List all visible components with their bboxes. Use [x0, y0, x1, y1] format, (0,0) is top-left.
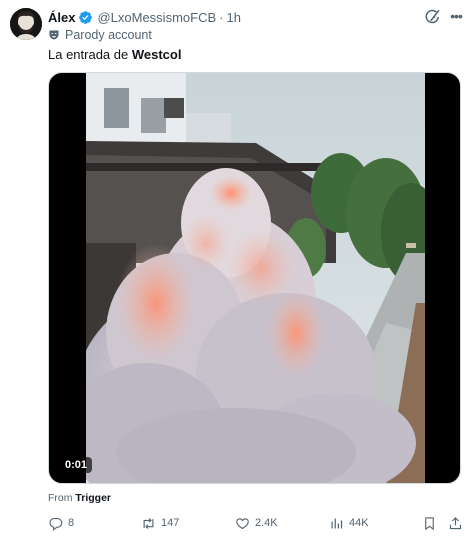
post-source: From Trigger: [48, 492, 111, 504]
views-button[interactable]: 44K: [329, 514, 369, 532]
author-handle[interactable]: @LxoMessismoFCB: [97, 10, 216, 25]
tweet-header: Álex @LxoMessismoFCB · 1h: [48, 8, 241, 26]
reply-icon: [49, 517, 63, 531]
video-player[interactable]: 0:01: [48, 72, 461, 484]
avatar-image: [10, 8, 42, 40]
separator-dot: ·: [219, 9, 224, 25]
tweet-text: La entrada de Westcol: [48, 47, 181, 62]
more-icon[interactable]: •••: [448, 7, 464, 25]
tweet-text-bold: Westcol: [131, 47, 182, 62]
repost-button[interactable]: 147: [141, 514, 179, 532]
post-time[interactable]: 1h: [226, 10, 240, 25]
bookmark-button[interactable]: [422, 514, 437, 532]
avatar[interactable]: [10, 8, 42, 40]
video-frame[interactable]: [86, 73, 425, 483]
repost-icon: [143, 517, 154, 529]
like-button[interactable]: 2.4K: [235, 514, 278, 532]
repost-count: 147: [161, 517, 180, 529]
tweet-text-prefix: La entrada de: [48, 47, 132, 62]
source-prefix: From: [48, 492, 76, 504]
like-count: 2.4K: [255, 517, 278, 529]
tweet-card[interactable]: Álex @LxoMessismoFCB · 1h Parody account…: [0, 0, 470, 538]
author-name[interactable]: Álex: [48, 10, 75, 25]
video-timestamp: 0:01: [60, 457, 93, 473]
bookmark-icon: [425, 516, 434, 530]
video-still: [86, 73, 425, 483]
share-button[interactable]: [448, 514, 463, 532]
reply-button[interactable]: 8: [48, 514, 74, 532]
parody-text: Parody account: [65, 28, 152, 42]
source-name[interactable]: Trigger: [75, 492, 111, 504]
parody-mask-icon: [49, 30, 59, 40]
action-bar: 8 147 2.4K 44K: [48, 514, 464, 532]
parody-label: Parody account: [48, 27, 152, 43]
verified-badge-icon[interactable]: [78, 10, 93, 25]
views-count: 44K: [349, 517, 369, 529]
share-icon: [449, 516, 462, 529]
views-icon: [331, 518, 343, 528]
reply-count: 8: [68, 517, 75, 529]
grok-icon[interactable]: [424, 8, 442, 26]
heart-icon: [236, 517, 249, 529]
